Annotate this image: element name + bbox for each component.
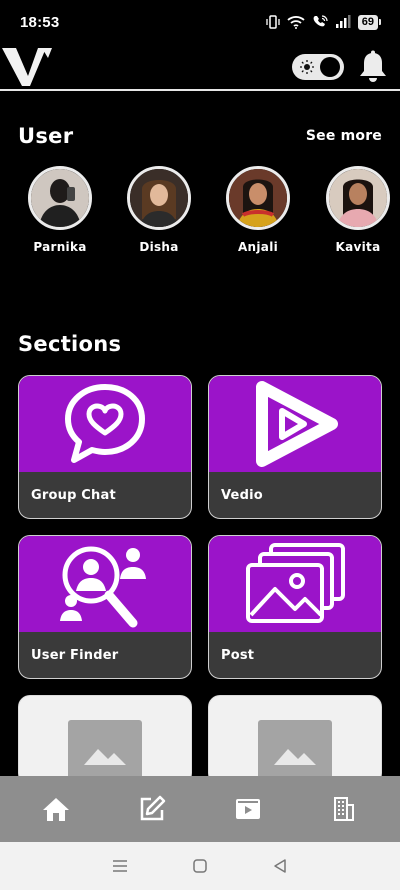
card-vedio[interactable]: Vedio xyxy=(208,375,382,519)
avatar xyxy=(326,166,390,230)
sections-title: Sections xyxy=(18,332,122,356)
wifi-call-icon xyxy=(313,15,328,27)
user-name: Kavita xyxy=(335,240,381,254)
card-art xyxy=(209,696,381,784)
user-item[interactable]: Kavita xyxy=(313,166,400,254)
system-nav-bar xyxy=(0,842,400,890)
home-square-icon xyxy=(193,859,207,873)
video-icon xyxy=(236,799,260,819)
card-post[interactable]: Post xyxy=(208,535,382,679)
nav-edit[interactable] xyxy=(122,784,182,834)
user-name: Anjali xyxy=(237,240,279,254)
battery-icon: 69 xyxy=(357,14,382,30)
vibrate-icon xyxy=(266,15,280,29)
system-home-button[interactable] xyxy=(180,846,220,886)
chat-heart-icon xyxy=(65,384,145,463)
status-icons: 69 xyxy=(266,14,382,30)
user-item[interactable]: Parnika xyxy=(15,166,105,254)
card-art xyxy=(19,696,191,784)
back-triangle-icon xyxy=(274,859,286,873)
app-header xyxy=(0,44,400,91)
card-art xyxy=(209,536,381,632)
user-item[interactable]: Anjali xyxy=(213,166,303,254)
card-placeholder[interactable] xyxy=(18,695,192,785)
user-item[interactable]: Disha xyxy=(114,166,204,254)
card-group-chat[interactable]: Group Chat xyxy=(18,375,192,519)
toggle-knob xyxy=(320,56,340,77)
users-section-header: User See more xyxy=(18,124,382,148)
building-icon xyxy=(334,797,354,821)
card-art xyxy=(209,376,381,472)
sun-icon xyxy=(300,59,314,74)
v-logo-icon xyxy=(2,47,52,86)
theme-toggle[interactable] xyxy=(292,53,344,80)
header-actions xyxy=(292,50,388,84)
card-art xyxy=(19,376,191,472)
bottom-nav xyxy=(0,776,400,842)
status-time: 18:53 xyxy=(20,13,60,31)
users-row: Parnika Disha Anjali Kavita xyxy=(0,166,400,266)
images-icon xyxy=(246,543,345,623)
status-bar: 18:53 69 xyxy=(0,0,400,44)
card-user-finder[interactable]: User Finder xyxy=(18,535,192,679)
user-name: Disha xyxy=(139,240,179,254)
system-back-button[interactable] xyxy=(260,846,300,886)
nav-home[interactable] xyxy=(26,784,86,834)
avatar xyxy=(127,166,191,230)
user-name: Parnika xyxy=(33,240,87,254)
system-menu-button[interactable] xyxy=(100,846,140,886)
nav-video[interactable] xyxy=(218,784,278,834)
bell-icon[interactable] xyxy=(358,50,388,84)
card-placeholder[interactable] xyxy=(208,695,382,785)
play-icon xyxy=(256,381,338,467)
sections-header: Sections xyxy=(18,332,382,356)
card-label: User Finder xyxy=(31,647,119,663)
home-icon xyxy=(43,798,69,821)
wifi-icon xyxy=(287,16,305,29)
card-art xyxy=(19,536,191,632)
card-label: Group Chat xyxy=(31,487,116,503)
avatar xyxy=(28,166,92,230)
avatar xyxy=(226,166,290,230)
user-search-icon xyxy=(60,546,146,628)
nav-building[interactable] xyxy=(314,784,374,834)
see-more-link[interactable]: See more xyxy=(306,128,382,144)
menu-icon xyxy=(113,860,127,872)
edit-icon xyxy=(140,795,166,821)
signal-icon xyxy=(335,15,351,28)
app-logo[interactable] xyxy=(2,45,52,89)
card-label: Post xyxy=(221,647,255,663)
card-label: Vedio xyxy=(221,487,263,503)
users-section-title: User xyxy=(18,124,74,148)
